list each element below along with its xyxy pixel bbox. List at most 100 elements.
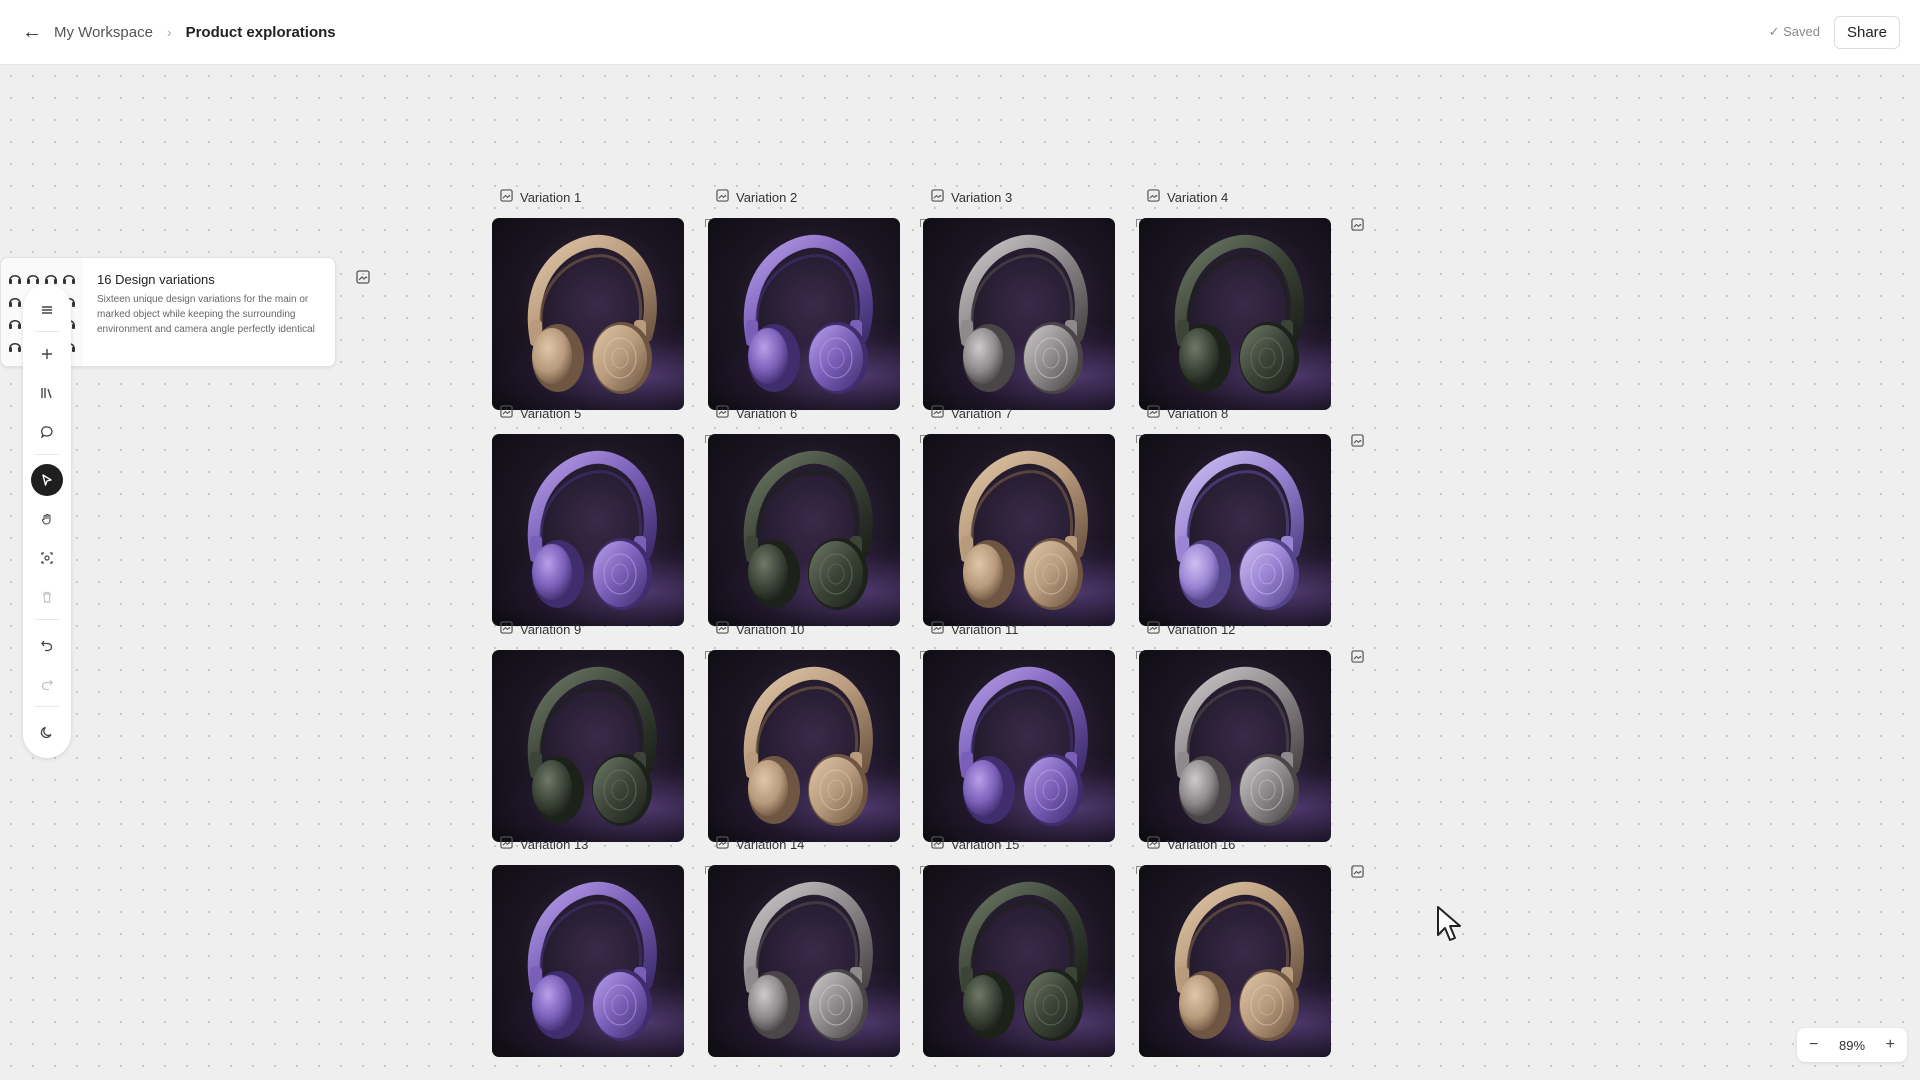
info-card-description: Sixteen unique design variations for the… [97, 294, 315, 335]
variation-image[interactable] [492, 865, 684, 1057]
variation-label[interactable]: Variation 13 [500, 836, 588, 852]
info-card-title: 16 Design variations [97, 272, 215, 287]
menu-icon[interactable] [31, 294, 63, 326]
variation-label-text: Variation 9 [520, 621, 582, 637]
variation-label[interactable]: Variation 7 [931, 405, 1012, 421]
arrow-left-icon[interactable]: ← [20, 20, 44, 44]
image-icon[interactable] [1351, 218, 1364, 236]
variation-image[interactable] [1139, 650, 1331, 842]
variation-label-text: Variation 4 [1167, 189, 1229, 205]
image-icon [500, 405, 513, 421]
variation-label[interactable]: Variation 9 [500, 621, 581, 637]
toolbar-divider [35, 331, 59, 332]
image-icon [931, 836, 944, 852]
variation-image[interactable] [923, 650, 1115, 842]
zoom-level: 89% [1838, 1037, 1866, 1053]
variation-image[interactable] [492, 650, 684, 842]
headphone-thumbnail-icon [7, 336, 23, 357]
image-icon[interactable] [1351, 650, 1364, 668]
toolbar-divider [35, 706, 59, 707]
headphone-thumbnail-icon [7, 313, 23, 334]
variation-label[interactable]: Variation 10 [716, 621, 804, 637]
focus-icon[interactable] [31, 542, 63, 574]
breadcrumb-workspace[interactable]: My Workspace [54, 24, 153, 41]
variation-image[interactable] [708, 434, 900, 626]
image-icon [1147, 405, 1160, 421]
image-icon [716, 405, 729, 421]
headphone-thumbnail-icon [7, 268, 23, 289]
variation-label-text: Variation 5 [520, 405, 582, 421]
zoom-in-button[interactable]: + [1886, 1036, 1895, 1054]
variation-image[interactable] [923, 865, 1115, 1057]
headphone-thumbnail-icon [7, 291, 23, 312]
variation-image[interactable] [1139, 218, 1331, 410]
page-title: Product explorations [185, 23, 336, 41]
plus-icon[interactable] [31, 338, 63, 370]
redo-icon[interactable] [31, 668, 63, 700]
variation-label[interactable]: Variation 14 [716, 836, 804, 852]
comment-icon[interactable] [31, 416, 63, 448]
variation-label[interactable]: Variation 3 [931, 189, 1012, 205]
variation-image[interactable] [1139, 434, 1331, 626]
image-icon [931, 405, 944, 421]
image-icon [500, 836, 513, 852]
variation-label[interactable]: Variation 12 [1147, 621, 1235, 637]
toolbar-divider [35, 454, 59, 455]
image-icon[interactable] [1351, 434, 1364, 452]
theme-icon[interactable] [31, 716, 63, 748]
undo-icon[interactable] [31, 629, 63, 661]
image-icon[interactable] [1351, 865, 1364, 883]
trash-icon[interactable] [31, 581, 63, 613]
variation-image[interactable] [708, 218, 900, 410]
variation-label[interactable]: Variation 1 [500, 189, 581, 205]
breadcrumb-separator: › [166, 24, 172, 40]
image-icon [931, 189, 944, 205]
image-icon [1147, 189, 1160, 205]
variation-image[interactable] [1139, 865, 1331, 1057]
variation-image[interactable] [708, 650, 900, 842]
variation-label[interactable]: Variation 16 [1147, 836, 1235, 852]
image-icon [500, 621, 513, 637]
variation-label[interactable]: Variation 15 [931, 836, 1019, 852]
variation-label-text: Variation 15 [951, 836, 1020, 852]
variation-image[interactable] [492, 218, 684, 410]
image-icon [716, 621, 729, 637]
variation-label-text: Variation 13 [520, 836, 589, 852]
variation-label[interactable]: Variation 8 [1147, 405, 1228, 421]
hand-icon[interactable] [31, 503, 63, 535]
library-icon[interactable] [31, 377, 63, 409]
share-button[interactable]: Share [1833, 15, 1900, 49]
headphone-thumbnail-icon [61, 268, 77, 289]
image-icon [716, 189, 729, 205]
pointer-icon[interactable] [31, 464, 63, 496]
saved-status: ✓ Saved [1768, 24, 1820, 39]
image-icon [1147, 836, 1160, 852]
header-actions: ✓ Saved Share [1768, 15, 1900, 49]
variation-label[interactable]: Variation 6 [716, 405, 797, 421]
image-icon [1147, 621, 1160, 637]
variation-label[interactable]: Variation 4 [1147, 189, 1228, 205]
info-card-text: 16 Design variations Sixteen unique desi… [83, 258, 335, 337]
variation-label-text: Variation 14 [736, 836, 805, 852]
variation-label-text: Variation 2 [736, 189, 798, 205]
tool-palette [23, 284, 71, 758]
variation-image[interactable] [923, 218, 1115, 410]
variation-label-text: Variation 11 [951, 621, 1019, 637]
variation-label[interactable]: Variation 5 [500, 405, 581, 421]
image-icon[interactable] [356, 270, 370, 289]
variation-label-text: Variation 3 [951, 189, 1013, 205]
variation-label[interactable]: Variation 11 [931, 621, 1018, 637]
variation-image[interactable] [492, 434, 684, 626]
mouse-cursor-icon [1435, 905, 1465, 950]
zoom-out-button[interactable]: − [1809, 1036, 1818, 1054]
variation-label-text: Variation 7 [951, 405, 1013, 421]
image-icon [931, 621, 944, 637]
image-icon [500, 189, 513, 205]
toolbar-divider [35, 619, 59, 620]
variation-label[interactable]: Variation 2 [716, 189, 797, 205]
variation-label-text: Variation 16 [1167, 836, 1236, 852]
variation-image[interactable] [708, 865, 900, 1057]
variation-image[interactable] [923, 434, 1115, 626]
variation-label-text: Variation 8 [1167, 405, 1229, 421]
variation-label-text: Variation 10 [736, 621, 805, 637]
